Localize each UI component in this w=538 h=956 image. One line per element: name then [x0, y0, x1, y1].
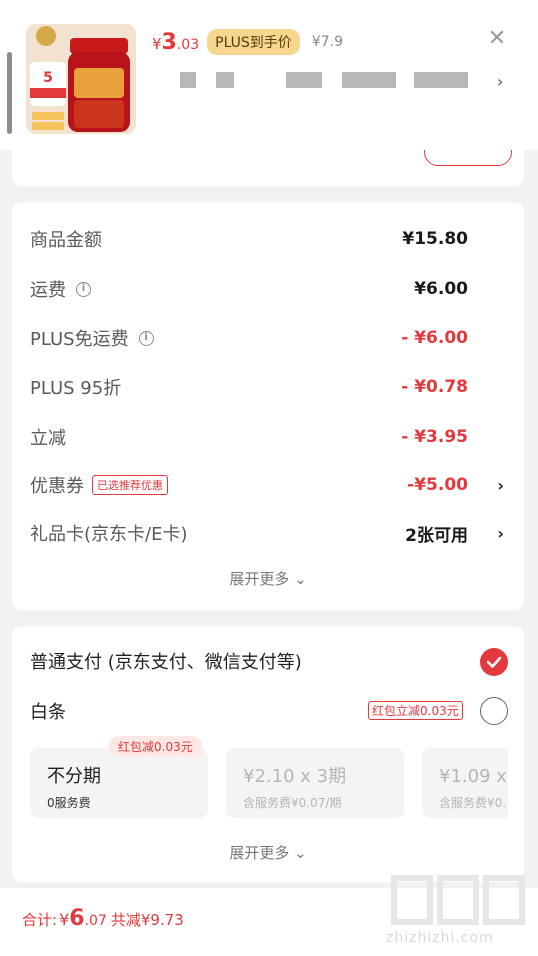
buy-button-clipped[interactable]	[424, 150, 512, 166]
price-decimal: .03	[176, 37, 200, 53]
price-currency: ¥	[152, 35, 162, 53]
watermark-text: zhizhizhi.com	[386, 930, 494, 946]
row-value: - ¥6.00	[401, 328, 468, 348]
chevron-down-icon: ⌄	[294, 570, 307, 588]
price-row-coupon[interactable]: 优惠券 已选推荐优惠 -¥5.00 ›	[30, 472, 506, 498]
row-label: 立减	[30, 428, 66, 449]
row-label: PLUS免运费	[30, 329, 129, 350]
price-row-goods: 商品金额 ¥15.80	[30, 226, 506, 252]
payment-card: 普通支付 (京东支付、微信支付等) 白条 红包立减0.03元 不分期 0服务费 …	[12, 626, 524, 882]
total-decimal: .07	[84, 913, 107, 929]
payment-option-normal[interactable]: 普通支付 (京东支付、微信支付等)	[30, 648, 302, 674]
plan-sub: 含服务费¥0.	[439, 796, 507, 810]
row-value: ¥6.00	[414, 279, 468, 299]
plan-main: 不分期	[47, 766, 101, 787]
price-row-gift-card[interactable]: 礼品卡(京东卡/E卡) 2张可用 ›	[30, 520, 506, 546]
product-price: ¥ 3 .03 PLUS到手价 ¥7.9	[152, 26, 343, 58]
chevron-down-icon: ⌄	[294, 844, 307, 862]
row-value: ¥15.80	[402, 229, 468, 249]
close-button[interactable]: ✕	[484, 26, 510, 52]
spec-redacted	[342, 72, 396, 88]
spec-redacted	[414, 72, 468, 88]
baitiao-radio[interactable]	[480, 697, 508, 725]
total-label: 合计:	[22, 911, 58, 929]
plan-main: ¥2.10 x 3期	[243, 766, 347, 787]
close-icon: ✕	[487, 26, 507, 51]
info-icon[interactable]: i	[76, 281, 91, 297]
product-header: 5 ¥ 3 .03 PLUS到手价 ¥7.9 ✕ ›	[0, 0, 538, 150]
price-row-plus-shipping: PLUS免运费 i - ¥6.00	[30, 325, 506, 351]
chevron-right-icon[interactable]: ›	[497, 524, 504, 543]
spec-redacted	[216, 72, 234, 88]
chevron-right-icon[interactable]: ›	[497, 476, 504, 495]
row-value: 2张可用	[405, 525, 468, 546]
row-value: - ¥0.78	[401, 377, 468, 397]
installment-plans: 不分期 0服务费 ¥2.10 x 3期 含服务费¥0.07/期 ¥1.09 x …	[30, 748, 508, 818]
row-label: 商品金额	[30, 230, 102, 251]
info-icon[interactable]: i	[138, 330, 154, 346]
price-row-plus-discount: PLUS 95折 - ¥0.78	[30, 374, 506, 400]
order-total: 合计: ¥ 6 .07 共减¥9.73	[22, 906, 184, 931]
plan-3-installments[interactable]: ¥2.10 x 3期 含服务费¥0.07/期	[226, 748, 404, 818]
price-integer: 3	[161, 29, 177, 55]
plus-price-badge: PLUS到手价	[207, 29, 300, 55]
plan-sub: 含服务费¥0.07/期	[243, 796, 342, 810]
row-label: 优惠券	[30, 476, 84, 497]
row-label: 礼品卡(京东卡/E卡)	[30, 524, 188, 545]
row-label: PLUS 95折	[30, 378, 122, 399]
plan-main: ¥1.09 x 6期	[439, 766, 508, 787]
plan-sub: 0服务费	[47, 796, 91, 810]
total-integer: 6	[69, 906, 85, 931]
checked-radio[interactable]	[480, 648, 508, 676]
price-detail-card: 商品金额 ¥15.80 运费 i ¥6.00 PLUS免运费 i - ¥6.00…	[12, 202, 524, 610]
checkmark-icon	[486, 656, 502, 668]
scrollbar[interactable]	[7, 52, 12, 134]
svg-text:5: 5	[43, 70, 53, 86]
spec-redacted	[286, 72, 322, 88]
total-saved: 共减¥9.73	[110, 911, 184, 929]
row-value: -¥5.00	[407, 475, 468, 495]
baitiao-redpacket-badge: 红包立减0.03元	[368, 701, 463, 720]
plan-redpacket-tag: 红包减0.03元	[109, 736, 202, 757]
total-currency: ¥	[59, 910, 70, 929]
hidden-promo-row	[12, 150, 524, 186]
expand-more-label: 展开更多	[229, 844, 290, 862]
row-label: 运费	[30, 280, 66, 301]
row-value: - ¥3.95	[401, 427, 468, 447]
expand-more-label: 展开更多	[229, 570, 290, 588]
original-price: ¥7.9	[311, 34, 343, 50]
spec-redacted	[180, 72, 196, 88]
chili-sauce-jar-image: 5	[26, 24, 136, 134]
price-row-instant-reduction: 立减 - ¥3.95	[30, 424, 506, 450]
payment-option-baitiao[interactable]: 白条	[30, 698, 66, 724]
plan-6-installments[interactable]: ¥1.09 x 6期 含服务费¥0.	[422, 748, 508, 818]
product-thumbnail[interactable]: 5	[26, 24, 136, 134]
coupon-recommended-badge: 已选推荐优惠	[92, 475, 168, 495]
plan-no-installment[interactable]: 不分期 0服务费	[30, 748, 208, 818]
expand-more-price[interactable]: 展开更多 ⌄	[12, 568, 524, 589]
expand-more-payment[interactable]: 展开更多 ⌄	[12, 842, 524, 863]
price-row-shipping: 运费 i ¥6.00	[30, 276, 506, 302]
spec-chevron-right-icon[interactable]: ›	[497, 72, 503, 91]
